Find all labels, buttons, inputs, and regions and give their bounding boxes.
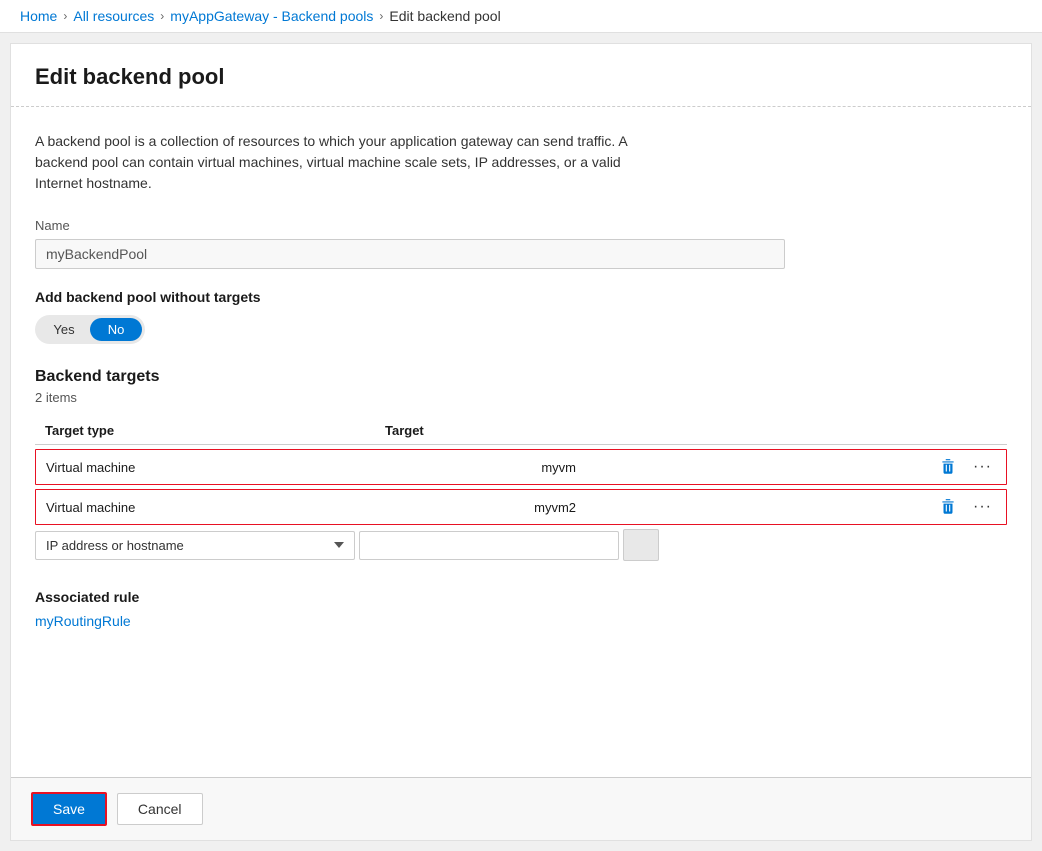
name-label: Name: [35, 218, 1007, 233]
routing-rule-link[interactable]: myRoutingRule: [35, 613, 131, 629]
bottom-bar: Save Cancel: [11, 777, 1031, 840]
breadcrumb-all-resources[interactable]: All resources: [73, 8, 154, 24]
breadcrumb-sep-2: ›: [160, 9, 164, 23]
col-header-target: Target: [385, 423, 585, 438]
toggle-yes[interactable]: Yes: [38, 318, 90, 341]
toggle-label: Add backend pool without targets: [35, 289, 1007, 305]
target-type-dropdown[interactable]: IP address or hostname Virtual machine V…: [35, 531, 355, 560]
table-row: Virtual machine myvm2 ···: [35, 489, 1007, 525]
breadcrumb: Home › All resources › myAppGateway - Ba…: [0, 0, 1042, 33]
row2-actions: ···: [935, 496, 1006, 518]
new-row: IP address or hostname Virtual machine V…: [35, 529, 1007, 561]
page-title: Edit backend pool: [35, 64, 1007, 90]
toggle-no[interactable]: No: [90, 318, 142, 341]
breadcrumb-home[interactable]: Home: [20, 8, 57, 24]
save-button[interactable]: Save: [31, 792, 107, 826]
row2-delete-button[interactable]: [935, 496, 961, 518]
row1-more-button[interactable]: ···: [969, 456, 996, 478]
row2-more-button[interactable]: ···: [969, 496, 996, 518]
table-header: Target type Target: [35, 417, 1007, 445]
row1-target: myvm: [386, 460, 586, 475]
description-text: A backend pool is a collection of resour…: [35, 131, 635, 194]
name-input[interactable]: [35, 239, 785, 269]
section-count: 2 items: [35, 390, 1007, 405]
associated-rule-section: Associated rule myRoutingRule: [35, 589, 1007, 629]
row1-target-type: Virtual machine: [46, 460, 386, 475]
toggle-group[interactable]: Yes No: [35, 315, 145, 344]
cancel-button[interactable]: Cancel: [117, 793, 203, 825]
associated-rule-label: Associated rule: [35, 589, 1007, 605]
row2-target: myvm2: [386, 500, 586, 515]
row1-actions: ···: [935, 456, 1006, 478]
add-target-button[interactable]: [623, 529, 659, 561]
col-header-target-type: Target type: [45, 423, 385, 438]
section-title: Backend targets: [35, 368, 1007, 386]
breadcrumb-sep-3: ›: [379, 9, 383, 23]
row1-delete-button[interactable]: [935, 456, 961, 478]
breadcrumb-sep-1: ›: [63, 9, 67, 23]
table-row: Virtual machine myvm ···: [35, 449, 1007, 485]
breadcrumb-current: Edit backend pool: [389, 8, 500, 24]
target-value-input[interactable]: [359, 531, 619, 560]
row2-target-type: Virtual machine: [46, 500, 386, 515]
breadcrumb-gateway[interactable]: myAppGateway - Backend pools: [170, 8, 373, 24]
